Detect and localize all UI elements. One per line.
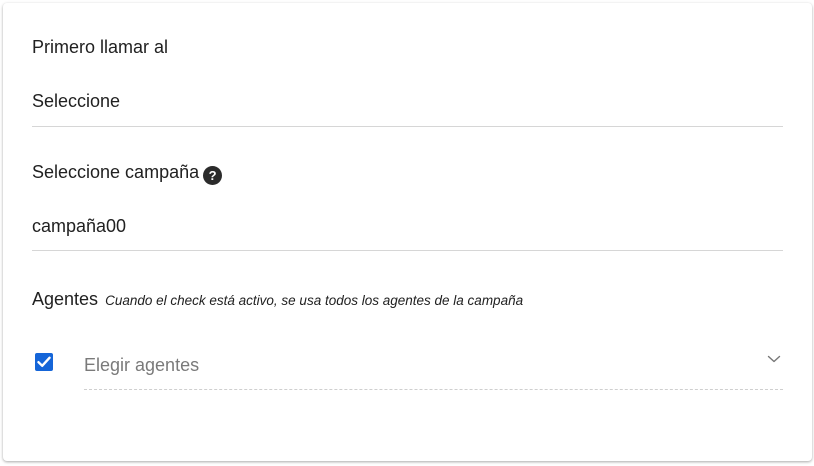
first-call-underline xyxy=(32,126,783,127)
campaign-label-text: Seleccione campaña xyxy=(32,162,200,182)
first-call-label: Primero llamar al xyxy=(32,37,169,57)
all-agents-checkbox[interactable] xyxy=(35,353,53,371)
campaign-underline xyxy=(32,250,783,251)
agents-hint: Cuando el check está activo, se usa todo… xyxy=(105,293,524,308)
question-circle-icon[interactable]: ? xyxy=(203,166,223,185)
checkmark-icon xyxy=(37,356,51,367)
agents-select[interactable]: Elegir agentes xyxy=(84,355,199,376)
agents-label: Agentes xyxy=(32,289,99,309)
form-card: Primero llamar al Seleccione Seleccione … xyxy=(3,3,812,461)
chevron-down-icon[interactable] xyxy=(767,354,781,364)
agents-select-underline xyxy=(84,389,783,390)
first-call-select[interactable]: Seleccione xyxy=(32,91,120,112)
agents-heading: Agentes Cuando el check está activo, se … xyxy=(32,289,523,310)
campaign-select[interactable]: campaña00 xyxy=(32,216,126,237)
campaign-label: Seleccione campaña? xyxy=(32,162,223,185)
